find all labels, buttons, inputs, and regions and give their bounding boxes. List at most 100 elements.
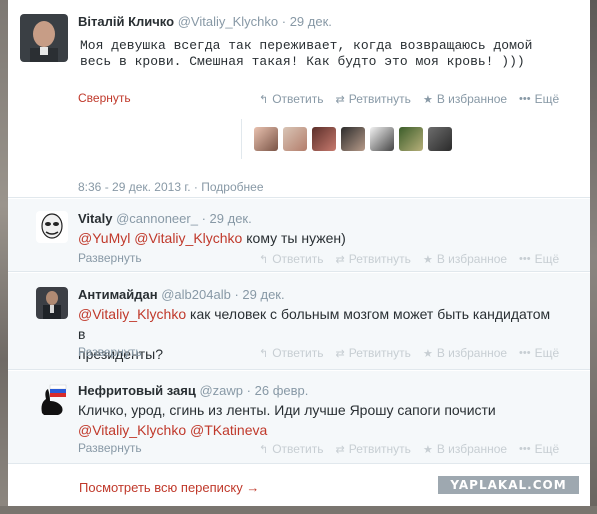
favorite-label: В избранное bbox=[436, 92, 508, 106]
more-label: Ещё bbox=[534, 92, 560, 106]
separator-dot: · bbox=[246, 383, 251, 398]
reply-icon: ↰ bbox=[259, 443, 269, 456]
favorited-avatar[interactable] bbox=[283, 127, 307, 151]
expand-link[interactable]: Развернуть bbox=[78, 345, 142, 359]
more-icon: ••• bbox=[519, 347, 531, 359]
retweet-icon: ⇄ bbox=[335, 93, 345, 106]
avatar[interactable] bbox=[36, 211, 68, 243]
expand-link[interactable]: Развернуть bbox=[78, 441, 142, 455]
separator-dot: · bbox=[201, 211, 206, 226]
more-button[interactable]: ••• Ещё bbox=[519, 346, 559, 360]
avatar[interactable] bbox=[20, 14, 68, 62]
tweet-text-line-2: весь в крови. Смешная такая! Как будто э… bbox=[80, 54, 525, 69]
retweet-label: Ретвитнуть bbox=[348, 442, 411, 456]
separator-dot: · bbox=[281, 14, 287, 29]
more-icon: ••• bbox=[519, 443, 531, 455]
reply-header: Vitaly @cannoneer_ · 29 дек. bbox=[78, 211, 252, 226]
tweet-header: Віталій Кличко @Vitaliy_Klychko · 29 дек… bbox=[78, 14, 332, 29]
retweet-button[interactable]: ⇄ Ретвитнуть bbox=[336, 252, 411, 266]
reply-icon: ↰ bbox=[259, 253, 269, 266]
favorited-avatar[interactable] bbox=[370, 127, 394, 151]
author-handle[interactable]: @cannoneer_ bbox=[116, 211, 198, 226]
reply-text: Кличко, урод, сгинь из ленты. Иди лучше … bbox=[78, 400, 568, 440]
retweet-icon: ⇄ bbox=[335, 347, 345, 360]
star-icon: ★ bbox=[422, 347, 433, 360]
favorited-avatar[interactable] bbox=[341, 127, 365, 151]
star-icon: ★ bbox=[422, 443, 433, 456]
reply-label: Ответить bbox=[272, 92, 324, 106]
favorite-button[interactable]: ★ В избранное bbox=[423, 252, 507, 266]
reply-label: Ответить bbox=[272, 442, 324, 456]
reply-icon: ↰ bbox=[259, 347, 269, 360]
retweet-button[interactable]: ⇄ Ретвитнуть bbox=[336, 346, 411, 360]
reply-tweet: Vitaly @cannoneer_ · 29 дек. @YuMyl @Vit… bbox=[8, 199, 590, 272]
favorite-label: В избранное bbox=[436, 442, 508, 456]
expand-link[interactable]: Развернуть bbox=[78, 251, 142, 265]
collapse-link[interactable]: Свернуть bbox=[78, 91, 131, 105]
retweet-button[interactable]: ⇄ Ретвитнуть bbox=[336, 92, 411, 106]
author-name[interactable]: Vitaly bbox=[78, 211, 112, 226]
reply-text: @YuMyl @Vitaliy_Klychko кому ты нужен) bbox=[78, 228, 346, 248]
star-icon: ★ bbox=[422, 253, 433, 266]
author-name[interactable]: Віталій Кличко bbox=[78, 14, 174, 29]
mention-link[interactable]: @TKatineva bbox=[190, 422, 267, 438]
reply-button[interactable]: ↰ Ответить bbox=[259, 346, 324, 360]
retweet-label: Ретвитнуть bbox=[348, 346, 411, 360]
main-tweet: Віталій Кличко @Vitaliy_Klychko · 29 дек… bbox=[8, 0, 590, 198]
mention-link[interactable]: @Vitaliy_Klychko bbox=[78, 306, 186, 322]
watermark-logo: YAPLAKAL.COM bbox=[438, 476, 579, 494]
reply-label: Ответить bbox=[272, 252, 324, 266]
favorite-button[interactable]: ★ В избранное bbox=[423, 92, 507, 106]
more-button[interactable]: ••• Ещё bbox=[519, 442, 559, 456]
more-label: Ещё bbox=[534, 346, 560, 360]
author-handle[interactable]: @zawp bbox=[199, 383, 243, 398]
retweet-icon: ⇄ bbox=[335, 253, 345, 266]
tweet-date[interactable]: 29 дек. bbox=[290, 14, 332, 29]
reply-icon: ↰ bbox=[259, 93, 269, 106]
background-left bbox=[0, 0, 8, 514]
retweet-button[interactable]: ⇄ Ретвитнуть bbox=[336, 442, 411, 456]
mention-link[interactable]: @YuMyl bbox=[78, 230, 130, 246]
author-handle[interactable]: @alb204alb bbox=[161, 287, 231, 302]
view-conversation-link[interactable]: Посмотреть всю переписку → bbox=[79, 480, 259, 495]
reply-button[interactable]: ↰ Ответить bbox=[259, 92, 324, 106]
reply-button[interactable]: ↰ Ответить bbox=[259, 442, 324, 456]
favorited-avatar[interactable] bbox=[312, 127, 336, 151]
favorited-avatar[interactable] bbox=[399, 127, 423, 151]
reply-tweet: Антимайдан @alb204alb · 29 дек. @Vitaliy… bbox=[8, 273, 590, 370]
author-handle[interactable]: @Vitaliy_Klychko bbox=[178, 14, 278, 29]
reply-button[interactable]: ↰ Ответить bbox=[259, 252, 324, 266]
avatar[interactable] bbox=[36, 287, 68, 319]
star-icon: ★ bbox=[422, 93, 433, 106]
tweet-date[interactable]: 29 дек. bbox=[242, 287, 284, 302]
mention-link[interactable]: @Vitaliy_Klychko bbox=[78, 422, 186, 438]
tweet-date[interactable]: 29 дек. bbox=[210, 211, 252, 226]
reply-actions: ↰ Ответить ⇄ Ретвитнуть ★ В избранное ••• Ещ… bbox=[259, 442, 571, 456]
mention-link[interactable]: @Vitaliy_Klychko bbox=[134, 230, 242, 246]
reply-label: Ответить bbox=[272, 346, 324, 360]
favorited-avatar[interactable] bbox=[254, 127, 278, 151]
favorite-button[interactable]: ★ В избранное bbox=[423, 346, 507, 360]
author-name[interactable]: Антимайдан bbox=[78, 287, 158, 302]
author-name[interactable]: Нефритовый заяц bbox=[78, 383, 196, 398]
reply-body: Кличко, урод, сгинь из ленты. Иди лучше … bbox=[78, 402, 496, 418]
more-icon: ••• bbox=[519, 93, 531, 105]
tweet-card: Віталій Кличко @Vitaliy_Klychko · 29 дек… bbox=[8, 0, 590, 506]
reply-actions: ↰ Ответить ⇄ Ретвитнуть ★ В избранное ••• Ещ… bbox=[259, 346, 571, 360]
more-label: Ещё bbox=[534, 252, 560, 266]
favorite-label: В избранное bbox=[436, 252, 508, 266]
timestamp-text[interactable]: 8:36 - 29 дек. 2013 г. bbox=[78, 180, 191, 194]
more-button[interactable]: ••• Ещё bbox=[519, 92, 559, 106]
reply-actions: ↰ Ответить ⇄ Ретвитнуть ★ В избранное ••• Ещ… bbox=[259, 252, 571, 266]
tweet-date[interactable]: 26 февр. bbox=[255, 383, 309, 398]
main-actions: ↰ Ответить ⇄ Ретвитнуть ★ В избранное ••• Ещ… bbox=[259, 92, 571, 106]
favorited-avatar[interactable] bbox=[428, 127, 452, 151]
more-icon: ••• bbox=[519, 253, 531, 265]
details-link[interactable]: Подробнее bbox=[201, 180, 263, 194]
favorite-label: В избранное bbox=[436, 346, 508, 360]
more-button[interactable]: ••• Ещё bbox=[519, 252, 559, 266]
favorite-button[interactable]: ★ В избранное bbox=[423, 442, 507, 456]
tweet-timestamp: 8:36 - 29 дек. 2013 г. · Подробнее bbox=[78, 180, 264, 194]
more-label: Ещё bbox=[534, 442, 560, 456]
avatar[interactable] bbox=[36, 383, 70, 417]
